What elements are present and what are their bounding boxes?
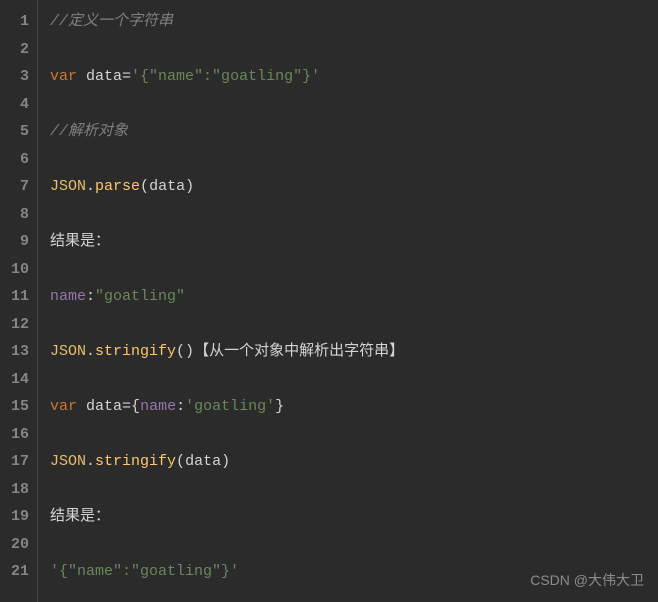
token-op: .	[86, 178, 95, 195]
code-line[interactable]	[50, 201, 658, 229]
line-number: 15	[4, 393, 29, 421]
line-number: 17	[4, 448, 29, 476]
token-op: :	[176, 398, 185, 415]
code-line[interactable]: var data={name:'goatling'}	[50, 393, 658, 421]
line-number: 9	[4, 228, 29, 256]
code-line[interactable]: 结果是：	[50, 228, 658, 256]
line-number: 16	[4, 421, 29, 449]
token-op: .	[86, 343, 95, 360]
line-number: 20	[4, 531, 29, 559]
line-number: 7	[4, 173, 29, 201]
line-gutter: 123456789101112131415161718192021	[0, 0, 38, 602]
code-editor: 123456789101112131415161718192021 //定义一个…	[0, 0, 658, 602]
line-number: 13	[4, 338, 29, 366]
line-number: 10	[4, 256, 29, 284]
token-comment: //定义一个字符串	[50, 13, 173, 30]
token-method: parse	[95, 178, 140, 195]
token-ident: data	[86, 398, 122, 415]
token-paren: {	[131, 398, 140, 415]
code-line[interactable]: //解析对象	[50, 118, 658, 146]
line-number: 5	[4, 118, 29, 146]
code-line[interactable]: 结果是：	[50, 503, 658, 531]
token-ident: data	[86, 68, 122, 85]
code-line[interactable]	[50, 311, 658, 339]
token-keyword: var	[50, 398, 86, 415]
code-line[interactable]: name:"goatling"	[50, 283, 658, 311]
code-line[interactable]	[50, 36, 658, 64]
token-paren: )	[221, 453, 230, 470]
token-paren: (	[176, 453, 185, 470]
line-number: 11	[4, 283, 29, 311]
token-op: =	[122, 68, 131, 85]
token-method: stringify	[95, 453, 176, 470]
line-number: 1	[4, 8, 29, 36]
code-line[interactable]	[50, 476, 658, 504]
token-string: "goatling"	[95, 288, 185, 305]
code-line[interactable]: var data='{"name":"goatling"}'	[50, 63, 658, 91]
line-number: 3	[4, 63, 29, 91]
code-line[interactable]: JSON.stringify(data)	[50, 448, 658, 476]
line-number: 14	[4, 366, 29, 394]
watermark: CSDN @大伟大卫	[530, 570, 644, 590]
line-number: 6	[4, 146, 29, 174]
token-text: 【从一个对象中解析出字符串】	[194, 343, 404, 360]
code-line[interactable]	[50, 146, 658, 174]
token-paren: }	[275, 398, 284, 415]
line-number: 21	[4, 558, 29, 586]
code-line[interactable]: JSON.parse(data)	[50, 173, 658, 201]
line-number: 18	[4, 476, 29, 504]
token-ident: data	[149, 178, 185, 195]
code-line[interactable]	[50, 531, 658, 559]
token-prop: name	[140, 398, 176, 415]
token-method: stringify	[95, 343, 176, 360]
code-line[interactable]: JSON.stringify()【从一个对象中解析出字符串】	[50, 338, 658, 366]
token-string: 'goatling'	[185, 398, 275, 415]
token-obj: JSON	[50, 178, 86, 195]
token-op: .	[86, 453, 95, 470]
token-paren: )	[185, 178, 194, 195]
line-number: 19	[4, 503, 29, 531]
code-line[interactable]	[50, 421, 658, 449]
token-obj: JSON	[50, 453, 86, 470]
line-number: 12	[4, 311, 29, 339]
token-text: 结果是：	[50, 508, 110, 525]
token-op: :	[86, 288, 95, 305]
code-line[interactable]	[50, 91, 658, 119]
token-keyword: var	[50, 68, 86, 85]
token-paren: (	[140, 178, 149, 195]
code-line[interactable]	[50, 256, 658, 284]
code-line[interactable]	[50, 366, 658, 394]
line-number: 8	[4, 201, 29, 229]
code-area[interactable]: //定义一个字符串var data='{"name":"goatling"}'/…	[38, 0, 658, 602]
token-string: '{"name":"goatling"}'	[131, 68, 320, 85]
token-string: '{"name":"goatling"}'	[50, 563, 239, 580]
token-op: =	[122, 398, 131, 415]
code-line[interactable]: //定义一个字符串	[50, 8, 658, 36]
token-ident: data	[185, 453, 221, 470]
token-obj: JSON	[50, 343, 86, 360]
token-comment: //解析对象	[50, 123, 128, 140]
line-number: 2	[4, 36, 29, 64]
token-text: 结果是：	[50, 233, 110, 250]
token-prop: name	[50, 288, 86, 305]
token-paren: ()	[176, 343, 194, 360]
line-number: 4	[4, 91, 29, 119]
